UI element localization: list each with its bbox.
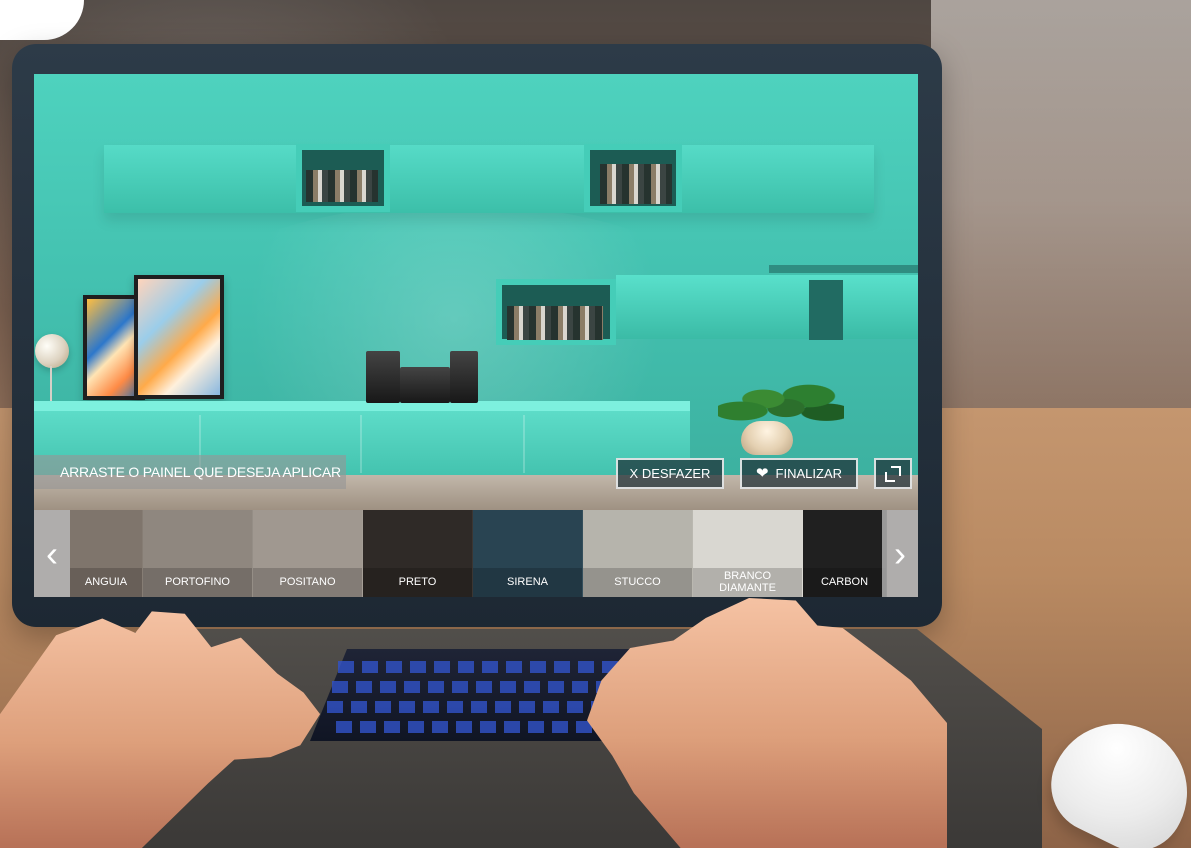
upper-shelf xyxy=(104,145,874,213)
panel-swatch-label: CARBON xyxy=(803,568,886,597)
expand-icon xyxy=(885,465,901,482)
plant-pot xyxy=(741,421,793,455)
globe-stand xyxy=(50,366,52,403)
panel-swatch[interactable]: PRETO xyxy=(363,510,473,597)
console-divider xyxy=(523,415,525,473)
books-middle xyxy=(507,306,603,340)
expand-button[interactable] xyxy=(874,458,912,489)
undo-button[interactable]: X DESFAZER xyxy=(616,458,724,489)
corner-shape xyxy=(0,0,84,40)
panel-swatch[interactable]: STUCCO xyxy=(583,510,693,597)
keyboard-row xyxy=(338,661,656,673)
books-left xyxy=(306,170,378,202)
panel-swatch[interactable]: POSITANO xyxy=(253,510,363,597)
panel-swatch[interactable]: BRANCO DIAMANTE xyxy=(693,510,803,597)
console-top-edge xyxy=(34,401,690,411)
panel-instruction-text: ARRASTE O PAINEL QUE DESEJA APLICAR xyxy=(60,464,341,480)
speaker-right xyxy=(450,351,478,403)
panel-swatch[interactable]: SIRENA xyxy=(473,510,583,597)
chevron-right-icon: › xyxy=(894,532,906,574)
background-room xyxy=(931,0,1191,420)
carousel-prev-button[interactable]: ‹ xyxy=(34,510,70,597)
undo-button-label: X DESFAZER xyxy=(629,466,711,481)
panel-instruction: ARRASTE O PAINEL QUE DESEJA APLICAR xyxy=(34,455,346,489)
audio-receiver xyxy=(400,367,450,403)
small-ledge xyxy=(769,265,918,273)
laptop-scene: ARRASTE O PAINEL QUE DESEJA APLICAR X DE… xyxy=(0,0,1191,848)
panel-swatch-label: PORTOFINO xyxy=(143,568,252,597)
panel-carousel: ‹ ANGUIA PORTOFINO POSITANO PRETO SIRENA xyxy=(34,510,918,597)
books-right xyxy=(600,164,672,204)
panel-swatch-label: BRANCO DIAMANTE xyxy=(693,568,802,597)
panel-swatch[interactable]: CARBON xyxy=(803,510,887,597)
panel-swatch-label: POSITANO xyxy=(253,568,362,597)
console-divider xyxy=(360,415,362,473)
finish-button-label: FINALIZAR xyxy=(775,466,843,481)
panel-swatch[interactable]: ANGUIA xyxy=(70,510,143,597)
speaker-left xyxy=(366,351,400,403)
middle-shelf xyxy=(616,275,918,339)
application-screen: ARRASTE O PAINEL QUE DESEJA APLICAR X DE… xyxy=(34,74,918,597)
heart-icon: ❤ xyxy=(755,465,769,482)
globe-decor xyxy=(35,334,69,368)
shelf-cutout xyxy=(809,280,843,340)
panel-swatch-label: STUCCO xyxy=(583,568,692,597)
panel-swatch[interactable]: PORTOFINO xyxy=(143,510,253,597)
panel-swatch-label: SIRENA xyxy=(473,568,582,597)
chevron-left-icon: ‹ xyxy=(46,532,58,574)
carousel-track: ANGUIA PORTOFINO POSITANO PRETO SIRENA S… xyxy=(70,510,887,597)
panel-swatch-label: PRETO xyxy=(363,568,472,597)
artwork-right xyxy=(134,275,224,399)
panel-swatch-label: ANGUIA xyxy=(70,568,142,597)
carousel-next-button[interactable]: › xyxy=(882,510,918,597)
finish-button[interactable]: ❤ FINALIZAR xyxy=(740,458,858,489)
